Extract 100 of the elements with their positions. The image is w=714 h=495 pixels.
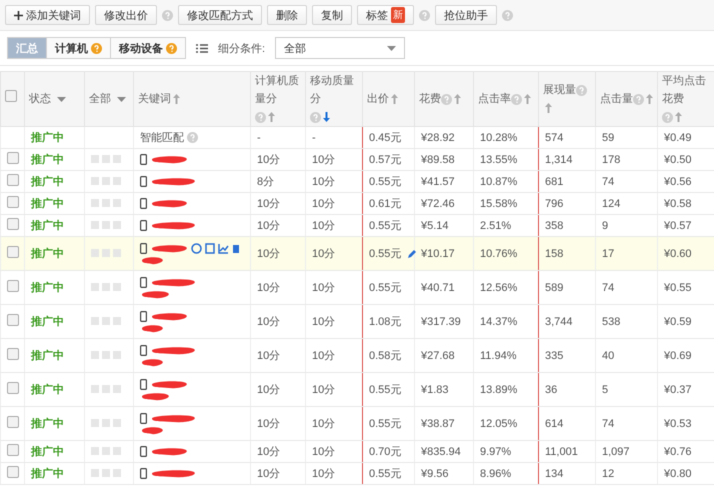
toolbar-button[interactable]: 复制	[312, 5, 352, 25]
help-icon[interactable]	[419, 10, 430, 20]
help-icon[interactable]	[502, 10, 513, 20]
sort-up-icon[interactable]	[173, 94, 180, 104]
column-header[interactable]: 计算机质量分	[255, 72, 301, 108]
sort-up-icon[interactable]	[268, 112, 275, 122]
table-cell: ¥38.87	[421, 418, 455, 430]
table-cell: 0.55元	[369, 468, 402, 480]
checkbox[interactable]	[7, 416, 19, 428]
table-cell: ¥41.57	[421, 176, 455, 188]
table-cell: ¥0.58	[664, 198, 692, 210]
sort-up-icon[interactable]	[545, 103, 552, 114]
checkbox[interactable]	[7, 218, 19, 230]
device-icons	[91, 418, 124, 430]
table-cell: ¥317.39	[421, 316, 461, 328]
checkbox[interactable]	[7, 444, 19, 456]
status-text: 推广中	[31, 154, 64, 166]
help-icon[interactable]	[576, 84, 587, 96]
table-cell: ¥89.58	[421, 154, 455, 166]
column-header[interactable]: 全部	[89, 90, 111, 108]
toolbar-button[interactable]: 抢位助手	[435, 5, 497, 25]
table-cell: 10分	[312, 350, 336, 362]
segment-tab[interactable]: 移动设备	[110, 37, 186, 59]
help-icon[interactable]	[255, 112, 266, 123]
status-text: 推广中	[31, 248, 64, 260]
toolbar-button[interactable]: 修改匹配方式	[178, 5, 262, 25]
column-header[interactable]: 点击率	[478, 90, 511, 108]
help-icon[interactable]	[511, 94, 522, 105]
keyword-text: 智能匹配	[140, 131, 184, 145]
table-cell: 0.45元	[369, 132, 402, 144]
sort-up-icon[interactable]	[646, 94, 653, 104]
segment-tab[interactable]: 计算机	[46, 37, 111, 59]
column-header[interactable]: 平均点击花费	[662, 72, 710, 108]
column-header[interactable]: 移动质量分	[310, 72, 358, 108]
checkbox[interactable]	[7, 174, 19, 186]
sort-up-icon[interactable]	[454, 94, 461, 104]
help-icon[interactable]	[166, 42, 177, 54]
help-icon[interactable]	[187, 132, 198, 143]
column-header[interactable]: 点击量	[600, 90, 633, 108]
table-cell: 10.76%	[480, 248, 518, 260]
help-icon[interactable]	[91, 42, 102, 54]
column-header[interactable]: 关键词	[138, 90, 171, 108]
status-text: 推广中	[31, 316, 64, 328]
caret-icon	[57, 96, 66, 102]
table-cell: 124	[602, 198, 620, 210]
filter-select[interactable]: 全部	[275, 37, 406, 59]
table-cell: 3,744	[545, 316, 573, 328]
table-cell: 10分	[257, 446, 280, 458]
table-cell: 796	[545, 198, 564, 210]
pencil-icon[interactable]	[407, 249, 418, 260]
table-cell: 10分	[312, 418, 336, 430]
column-header[interactable]: 展现量	[543, 81, 576, 100]
toolbar-button[interactable]: 修改出价	[95, 5, 157, 25]
device-icons	[91, 282, 124, 294]
checkbox[interactable]	[7, 382, 19, 394]
checkbox[interactable]	[7, 246, 19, 258]
help-icon[interactable]	[441, 94, 452, 105]
sort-down-icon[interactable]	[323, 112, 330, 122]
checkbox[interactable]	[7, 348, 19, 360]
table-cell: 574	[545, 132, 564, 144]
column-header[interactable]: 花费	[419, 90, 441, 108]
table-cell: 614	[545, 418, 564, 430]
phone-icon	[140, 310, 147, 322]
table-cell: 358	[545, 220, 564, 232]
device-icons	[91, 316, 124, 328]
checkbox[interactable]	[7, 196, 19, 208]
checkbox[interactable]	[5, 90, 17, 102]
table-cell: 10分	[257, 350, 280, 362]
status-text: 推广中	[31, 418, 64, 430]
phone-icon	[140, 154, 147, 165]
device-icons	[91, 468, 124, 480]
help-icon[interactable]	[633, 94, 644, 105]
checkbox[interactable]	[7, 314, 19, 326]
checkbox[interactable]	[7, 152, 19, 164]
table-cell: -	[312, 132, 316, 144]
sort-up-icon[interactable]	[391, 94, 398, 104]
help-icon[interactable]	[662, 112, 673, 123]
table-cell: 10分	[257, 220, 280, 232]
phone-icon	[140, 176, 147, 187]
column-header[interactable]: 状态	[29, 90, 51, 108]
table-cell: 10分	[257, 282, 280, 294]
table-cell: ¥0.55	[664, 282, 692, 294]
toolbar-button[interactable]: 添加关键词	[5, 5, 90, 25]
table-cell: 10分	[312, 176, 336, 188]
checkbox[interactable]	[7, 466, 19, 478]
help-icon[interactable]	[162, 10, 173, 20]
sort-up-icon[interactable]	[524, 94, 531, 104]
checkbox[interactable]	[7, 280, 19, 292]
toolbar-button[interactable]: 删除	[267, 5, 307, 25]
table-cell: 12.05%	[480, 418, 518, 430]
sort-up-icon[interactable]	[675, 112, 682, 122]
table-cell: 12.56%	[480, 282, 518, 294]
column-header[interactable]: 出价	[367, 90, 389, 108]
table-cell: ¥10.17	[421, 248, 455, 260]
row-actions-icon[interactable]	[191, 242, 241, 254]
redaction-mark	[140, 290, 170, 298]
table-cell: ¥0.57	[664, 220, 692, 232]
toolbar-button[interactable]: 标签 新	[357, 5, 414, 25]
table-cell: 11.94%	[480, 350, 516, 362]
redaction-mark	[140, 358, 164, 366]
